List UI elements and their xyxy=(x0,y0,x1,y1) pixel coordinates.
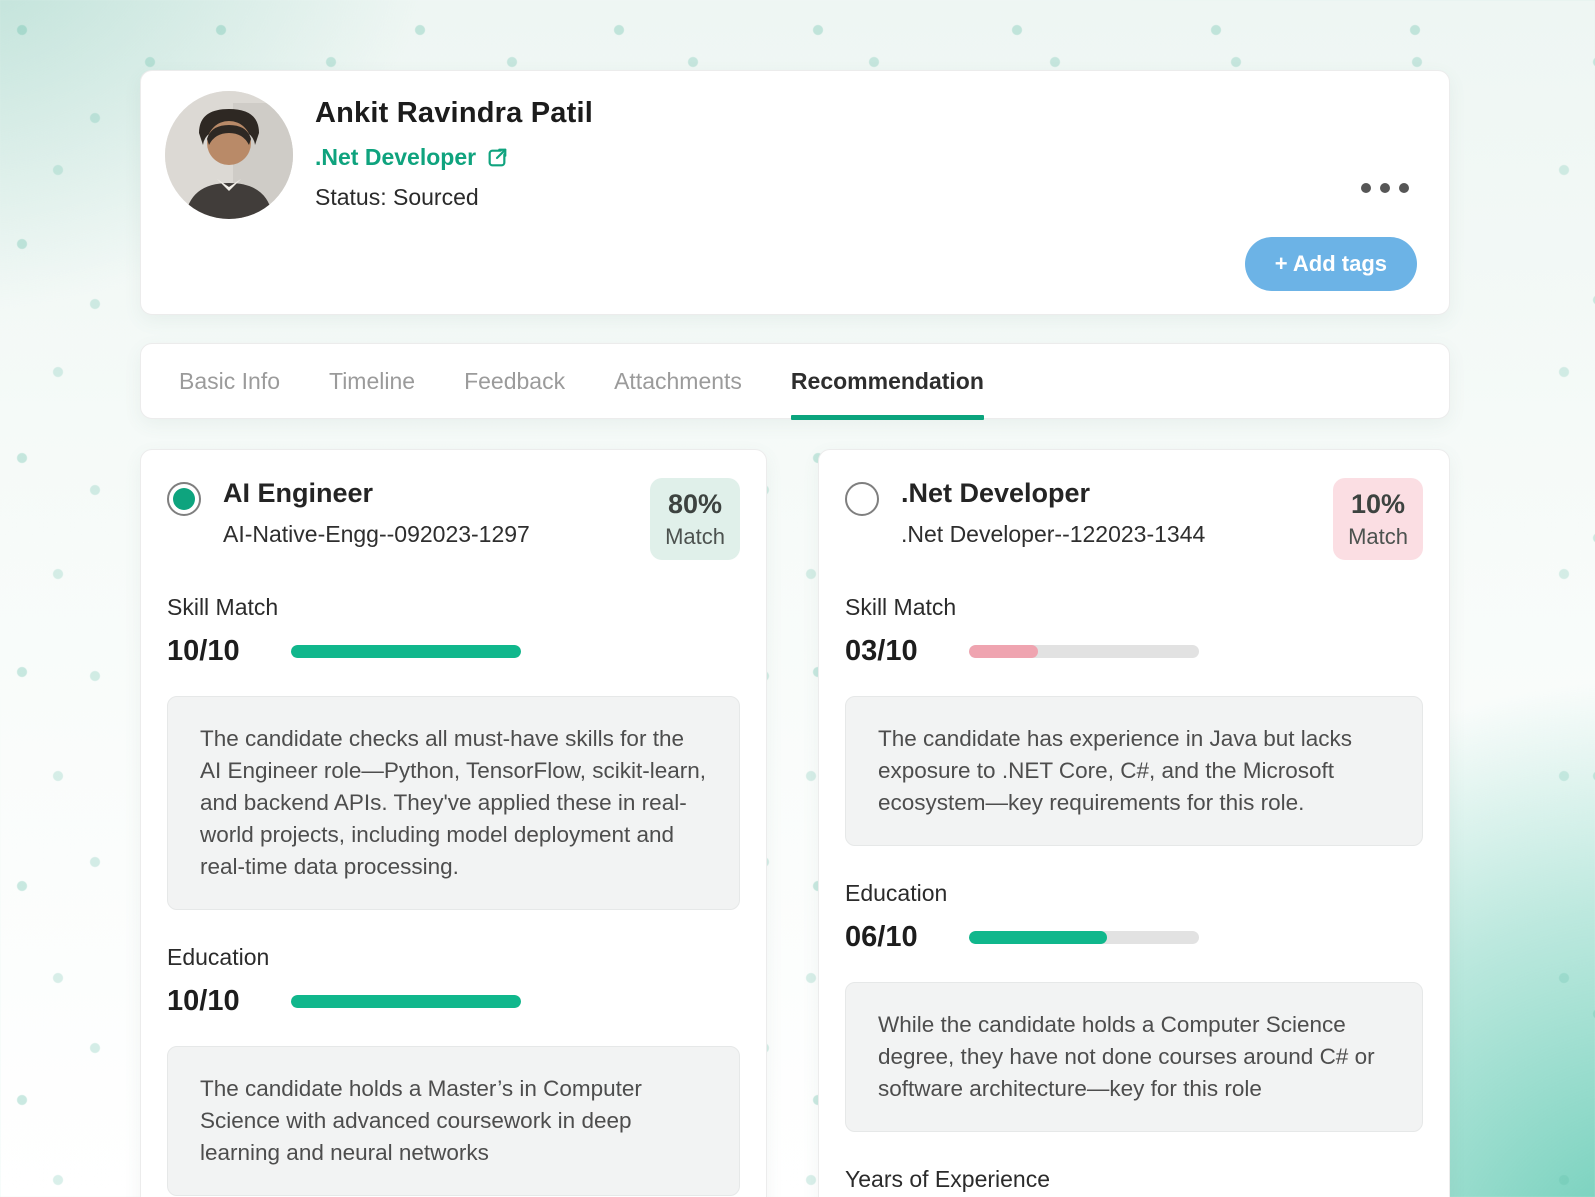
recommendations-row: AI Engineer AI-Native-Engg--092023-1297 … xyxy=(140,449,1455,1197)
education-note: The candidate holds a Master’s in Comput… xyxy=(167,1046,740,1196)
candidate-profile-page: Ankit Ravindra Patil .Net Developer Stat… xyxy=(0,0,1595,1197)
job-requisition-id: AI-Native-Engg--092023-1297 xyxy=(223,521,650,548)
recommendation-card-net-developer: .Net Developer .Net Developer--122023-13… xyxy=(818,449,1450,1197)
candidate-status: Status: Sourced xyxy=(315,184,593,211)
match-badge: 80% Match xyxy=(650,478,740,560)
match-badge: 10% Match xyxy=(1333,478,1423,560)
skill-progress-bar xyxy=(291,645,521,658)
match-label: Match xyxy=(665,524,725,550)
education-progress-fill xyxy=(291,995,521,1008)
job-radio-unselected[interactable] xyxy=(845,482,879,516)
skill-progress-fill xyxy=(969,645,1038,658)
candidate-photo xyxy=(165,91,293,219)
tab-recommendation[interactable]: Recommendation xyxy=(791,344,984,418)
tab-feedback[interactable]: Feedback xyxy=(464,344,565,418)
more-options-icon[interactable] xyxy=(1355,177,1415,199)
job-title: AI Engineer xyxy=(223,478,650,509)
tab-attachments[interactable]: Attachments xyxy=(614,344,742,418)
external-link-icon xyxy=(486,147,508,169)
skill-progress-fill xyxy=(291,645,521,658)
active-tab-underline xyxy=(791,415,984,420)
match-label: Match xyxy=(1348,524,1408,550)
tab-basic-info[interactable]: Basic Info xyxy=(179,344,280,418)
education-note: While the candidate holds a Computer Sci… xyxy=(845,982,1423,1132)
section-label-years-of-experience: Years of Experience xyxy=(845,1166,1423,1193)
education-score: 10/10 xyxy=(167,985,291,1018)
profile-tabbar: Basic Info Timeline Feedback Attachments… xyxy=(140,343,1450,419)
education-progress-bar xyxy=(969,931,1199,944)
match-percent: 80% xyxy=(665,489,725,520)
section-label-education: Education xyxy=(845,880,1423,907)
skill-progress-bar xyxy=(969,645,1199,658)
recommendation-card-ai-engineer: AI Engineer AI-Native-Engg--092023-1297 … xyxy=(140,449,767,1197)
education-progress-bar xyxy=(291,995,521,1008)
match-percent: 10% xyxy=(1348,489,1408,520)
skill-score: 10/10 xyxy=(167,635,291,668)
tab-timeline[interactable]: Timeline xyxy=(329,344,415,418)
skill-match-note: The candidate checks all must-have skill… xyxy=(167,696,740,910)
profile-header-card: Ankit Ravindra Patil .Net Developer Stat… xyxy=(140,70,1450,315)
add-tags-button[interactable]: + Add tags xyxy=(1245,237,1417,291)
section-label-skill-match: Skill Match xyxy=(845,594,1423,621)
education-score: 06/10 xyxy=(845,921,969,954)
skill-match-note: The candidate has experience in Java but… xyxy=(845,696,1423,846)
job-title: .Net Developer xyxy=(901,478,1333,509)
job-radio-selected[interactable] xyxy=(167,482,201,516)
candidate-avatar xyxy=(165,91,293,219)
skill-score: 03/10 xyxy=(845,635,969,668)
candidate-role-link[interactable]: .Net Developer xyxy=(315,144,593,171)
education-progress-fill xyxy=(969,931,1107,944)
candidate-name: Ankit Ravindra Patil xyxy=(315,97,593,130)
role-link-label: .Net Developer xyxy=(315,144,476,171)
section-label-education: Education xyxy=(167,944,740,971)
job-requisition-id: .Net Developer--122023-1344 xyxy=(901,521,1333,548)
section-label-skill-match: Skill Match xyxy=(167,594,740,621)
